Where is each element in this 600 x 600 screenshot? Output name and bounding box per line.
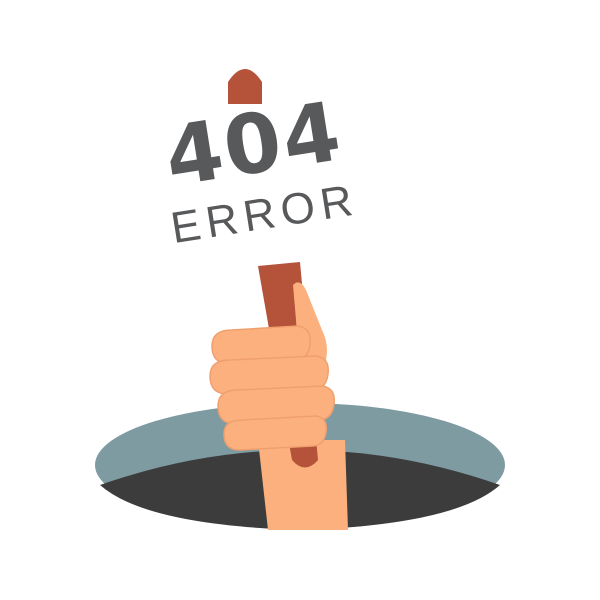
error-404-page: 404 ERROR (0, 0, 600, 600)
hand-in-hole-illustration (95, 69, 505, 530)
finger-4 (223, 415, 328, 451)
stick-top (228, 69, 262, 104)
